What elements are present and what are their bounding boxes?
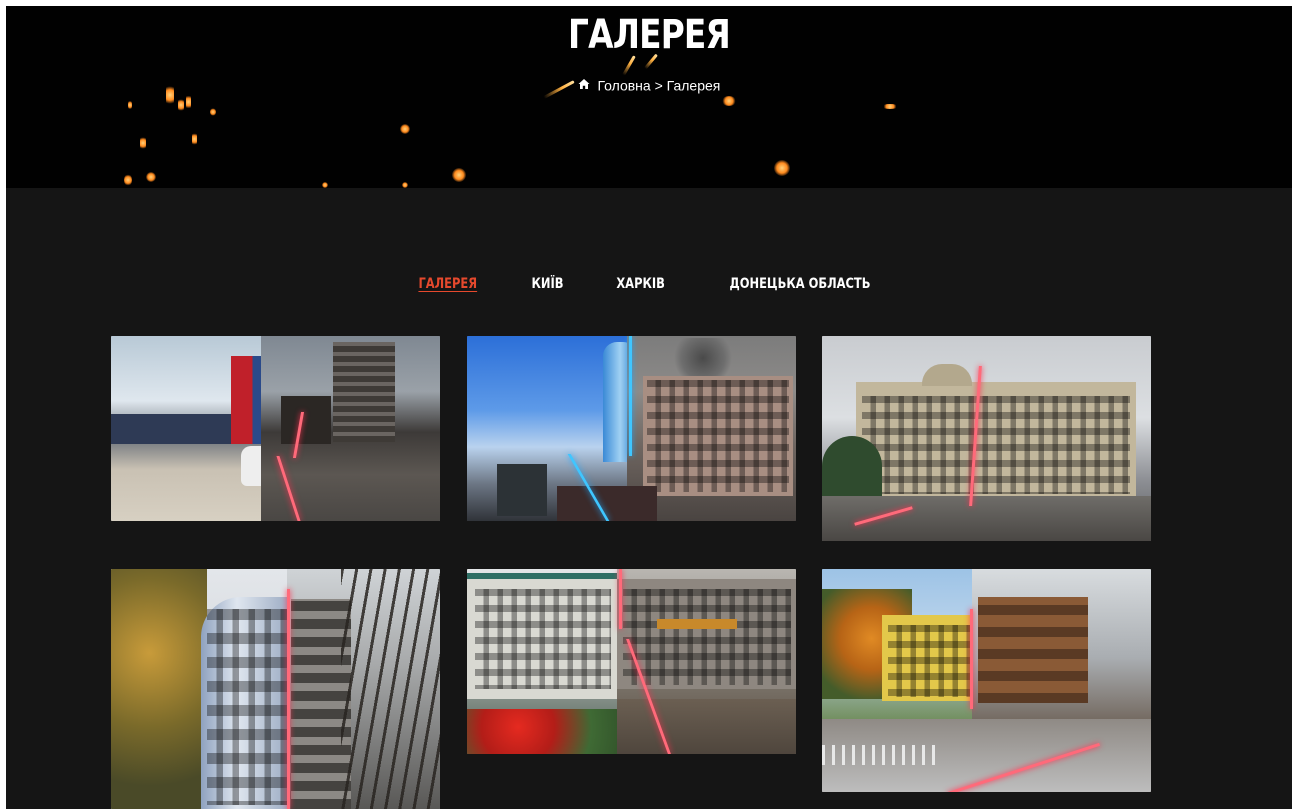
trees: [822, 436, 882, 498]
ground-debris: [617, 699, 796, 754]
windows: [862, 396, 1130, 494]
home-icon: [578, 79, 590, 89]
gallery-image-4[interactable]: [111, 569, 440, 809]
gallery-image-6[interactable]: [822, 569, 1151, 792]
breadcrumb: Головна > Галерея: [6, 76, 1292, 93]
divider-line: [287, 589, 290, 809]
ember: [722, 96, 736, 106]
windows: [647, 380, 789, 492]
ember: [140, 136, 146, 150]
ember: [322, 182, 328, 188]
ember: [192, 132, 197, 146]
divider-line: [629, 336, 632, 456]
ember: [124, 174, 132, 186]
divider-line: [619, 569, 622, 629]
burned-building: [978, 597, 1088, 703]
bare-tree: [341, 569, 440, 809]
page-frame: ГАЛЕРЕЯ Головна > Галерея ГАЛЕРЕЯ КИЇВ Х…: [6, 6, 1292, 809]
gallery-image-1[interactable]: [111, 336, 440, 521]
ember: [186, 94, 191, 110]
ember: [774, 160, 790, 176]
ember: [146, 172, 156, 182]
ruined-structure: [333, 342, 395, 442]
page-title: ГАЛЕРЕЯ: [568, 12, 731, 58]
windows: [888, 625, 972, 697]
tab-kyiv[interactable]: КИЇВ: [531, 276, 563, 292]
tab-donetsk-region[interactable]: ДОНЕЦЬКА ОБЛАСТЬ: [729, 276, 870, 292]
tab-kharkiv[interactable]: ХАРКІВ: [616, 276, 665, 292]
ember: [400, 124, 410, 134]
ember: [210, 108, 216, 116]
ember: [402, 182, 408, 188]
breadcrumb-current: Галерея: [666, 77, 721, 94]
ember-streak: [622, 55, 636, 76]
wrecked-car: [557, 486, 657, 521]
windows: [623, 589, 791, 685]
tab-gallery[interactable]: ГАЛЕРЕЯ: [419, 276, 478, 292]
breadcrumb-home-link[interactable]: Головна: [598, 77, 651, 93]
ruined-structure: [281, 396, 331, 444]
gallery-filter-tabs: ГАЛЕРЕЯ КИЇВ ХАРКІВ ДОНЕЦЬКА ОБЛАСТЬ: [6, 276, 1292, 292]
breadcrumb-separator: >: [654, 77, 663, 94]
ember: [882, 104, 898, 109]
gallery-image-5[interactable]: [467, 569, 796, 754]
tulip-bed: [467, 709, 637, 754]
ember: [128, 100, 132, 110]
gallery-image-2[interactable]: [467, 336, 796, 521]
hotel-sign: [657, 619, 737, 629]
divider-line: [970, 609, 973, 709]
autumn-tree: [111, 569, 207, 809]
ember: [452, 168, 466, 182]
hero-banner: ГАЛЕРЕЯ Головна > Галерея: [6, 6, 1292, 188]
kiosk: [497, 464, 547, 516]
gallery-image-3[interactable]: [822, 336, 1151, 541]
windows: [475, 589, 611, 689]
ember: [178, 98, 184, 112]
fence: [822, 745, 942, 765]
windows: [207, 609, 287, 805]
smoke: [673, 338, 733, 378]
